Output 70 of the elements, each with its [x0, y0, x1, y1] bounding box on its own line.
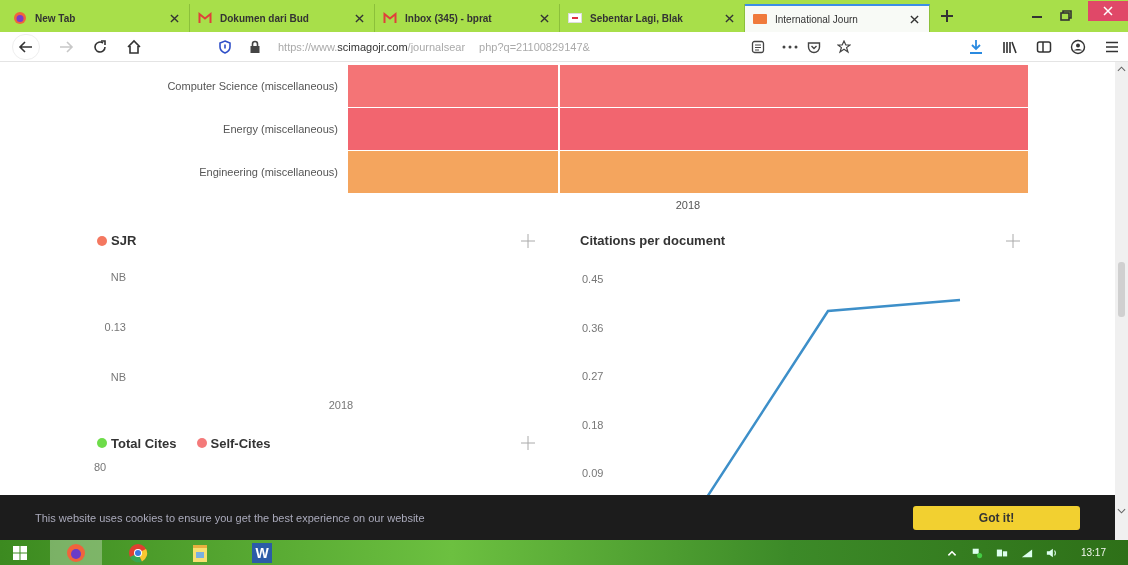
- axis-label: 0.09: [582, 467, 604, 479]
- clock[interactable]: 13:17: [1080, 547, 1106, 558]
- axis-label: NB: [110, 271, 126, 283]
- scrollbar-thumb[interactable]: [1118, 262, 1125, 317]
- axis-label: 0.45: [582, 273, 604, 285]
- flag-icon: [568, 11, 582, 25]
- close-icon[interactable]: [910, 14, 919, 24]
- new-tab-icon[interactable]: [940, 9, 954, 23]
- word-icon: W: [252, 542, 272, 563]
- chart-title: Citations per document: [580, 233, 727, 248]
- lock-icon[interactable]: [248, 39, 262, 54]
- home-icon[interactable]: [126, 38, 142, 55]
- close-icon[interactable]: [355, 13, 364, 23]
- category-label: Energy (miscellaneous): [222, 123, 339, 135]
- browser-tab[interactable]: New Tab: [5, 4, 190, 32]
- reload-icon[interactable]: [92, 38, 108, 55]
- axis-label: NB: [110, 371, 126, 383]
- firefox-icon: [13, 11, 27, 25]
- url-text: https://www.scimagojr.com/journalsear: [278, 40, 466, 53]
- site-icon: [753, 12, 767, 26]
- year-label: 2018: [675, 199, 701, 211]
- browser-icon: [128, 542, 148, 563]
- legend-label: SJR: [111, 233, 137, 248]
- category-label: Computer Science (miscellaneous): [166, 80, 339, 92]
- tab-title: Inbox (345) - bprat: [405, 12, 493, 24]
- restore-icon[interactable]: [1059, 9, 1073, 23]
- close-icon: [1103, 6, 1113, 16]
- reader-view-icon[interactable]: [751, 39, 765, 54]
- scrollbar[interactable]: [1115, 62, 1128, 540]
- tab-title: Sebentar Lagi, Blak: [590, 12, 684, 24]
- firefox-icon: [66, 542, 86, 563]
- download-icon[interactable]: [968, 38, 984, 55]
- network-icon[interactable]: [970, 546, 983, 559]
- axis-label: 0.36: [582, 321, 604, 334]
- browser-tab[interactable]: International Journ: [745, 4, 930, 32]
- shield-icon[interactable]: [218, 39, 232, 54]
- category-label: Engineering (miscellaneous): [198, 166, 339, 178]
- windows-start-icon[interactable]: [12, 544, 28, 561]
- sidebar-icon[interactable]: [1036, 38, 1052, 55]
- pocket-icon[interactable]: [807, 39, 821, 54]
- tab-title: International Journ: [775, 13, 859, 25]
- close-icon[interactable]: [170, 13, 179, 23]
- legend-label: Total Cites: [111, 435, 177, 451]
- cookie-message: This website uses cookies to ensure you get the best experience on our website: [35, 511, 425, 524]
- got-it-button[interactable]: Got it!: [913, 505, 1080, 530]
- address-bar[interactable]: https://www.scimagojr.com/journalsear php?q=21100829147&: [210, 34, 875, 59]
- mail-icon: [198, 11, 212, 25]
- axis-label: 80: [94, 461, 107, 473]
- axis-label: 0.27: [582, 370, 604, 382]
- browser-tab[interactable]: Inbox (345) - bprat: [375, 4, 560, 32]
- legend-label: Self-Cites: [210, 435, 271, 451]
- close-icon[interactable]: [540, 13, 549, 23]
- axis-label: 0.13: [104, 321, 126, 333]
- taskbar-app[interactable]: [50, 540, 102, 565]
- scroll-down-icon[interactable]: [1117, 508, 1126, 514]
- star-icon[interactable]: [837, 39, 851, 54]
- taskbar-app[interactable]: W: [236, 540, 288, 565]
- url-text: php?q=21100829147&: [479, 40, 590, 53]
- notes-icon: [190, 542, 210, 563]
- account-icon[interactable]: [1070, 38, 1086, 55]
- browser-tab[interactable]: Dokumen dari Bud: [190, 4, 375, 32]
- back-icon: [18, 38, 34, 55]
- close-icon[interactable]: [725, 13, 734, 23]
- year-label: 2018: [328, 399, 354, 411]
- scroll-up-icon[interactable]: [1117, 66, 1126, 72]
- mail-icon: [383, 11, 397, 25]
- tab-title: New Tab: [35, 12, 77, 24]
- axis-label: 0.18: [582, 418, 604, 431]
- tab-title: Dokumen dari Bud: [220, 12, 310, 24]
- volume-icon[interactable]: [1045, 546, 1058, 559]
